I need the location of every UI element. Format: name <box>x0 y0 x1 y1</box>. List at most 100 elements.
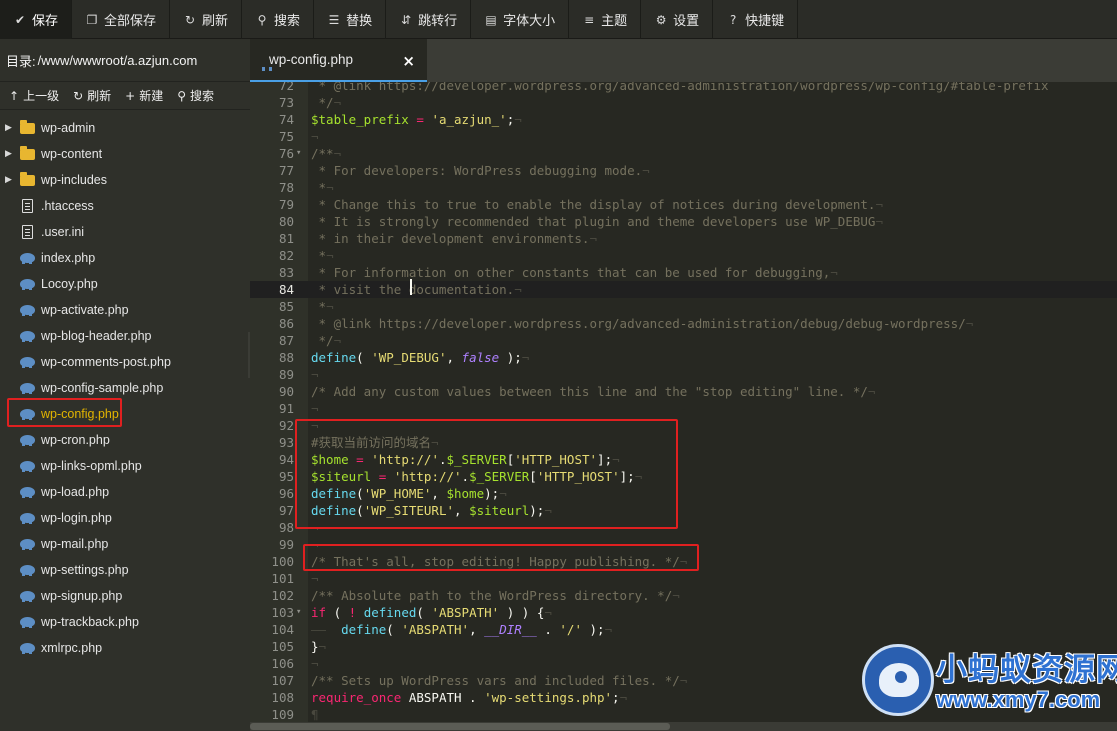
php-file-icon <box>17 640 37 656</box>
code-line[interactable]: 77 * For developers: WordPress debugging… <box>250 162 1117 179</box>
code-line[interactable]: 103 ▾ if ( ! defined( 'ABSPATH' ) ) {¬ <box>250 604 1117 621</box>
tab-wp-config[interactable]: wp-config.php × <box>250 39 427 82</box>
code-text: ¬ <box>311 400 319 417</box>
line-number: 90 <box>278 384 294 399</box>
file-name: xmlrpc.php <box>41 641 103 655</box>
file-item[interactable]: wp-trackback.php <box>0 609 250 635</box>
code-text: —— define( 'ABSPATH', __DIR__ . '/' );¬ <box>311 621 612 638</box>
file-item[interactable]: wp-mail.php <box>0 531 250 557</box>
code-token: ¬ <box>679 673 688 688</box>
line-number: 74 <box>278 112 294 127</box>
file-item[interactable]: .htaccess <box>0 193 250 219</box>
code-token: ¬ <box>514 282 522 297</box>
code-line[interactable]: 82 *¬ <box>250 247 1117 264</box>
code-line[interactable]: 74 $table_prefix = 'a_azjun_';¬ <box>250 111 1117 128</box>
file-item[interactable]: index.php <box>0 245 250 271</box>
search-icon: ⚲ <box>177 88 187 103</box>
code-line[interactable]: 85 *¬ <box>250 298 1117 315</box>
file-item[interactable]: Locoy.php <box>0 271 250 297</box>
highlight-box-stop-editing <box>303 544 699 571</box>
code-text: ¬ <box>311 570 319 587</box>
code-token: ¬ <box>326 248 334 263</box>
toolbar-button-0[interactable]: ✔ 保存 <box>0 0 73 39</box>
code-editor[interactable]: 72 * @link https://developer.wordpress.o… <box>250 82 1117 722</box>
folder-icon <box>17 145 37 162</box>
code-text: * It is strongly recommended that plugin… <box>311 213 883 230</box>
file-item[interactable]: ▶ wp-includes <box>0 167 250 193</box>
toolbar-button-6[interactable]: ▤ 字体大小 <box>471 0 570 39</box>
fold-toggle-icon[interactable]: ▾ <box>296 145 301 162</box>
file-item[interactable]: wp-activate.php <box>0 297 250 323</box>
file-item[interactable]: wp-blog-header.php <box>0 323 250 349</box>
file-item[interactable]: wp-comments-post.php <box>0 349 250 375</box>
directory-label: 目录: <box>6 53 36 69</box>
php-file-icon <box>17 276 37 292</box>
code-line[interactable]: 79 * Change this to true to enable the d… <box>250 196 1117 213</box>
toolbar-button-8[interactable]: ⚙ 设置 <box>641 0 714 39</box>
file-item[interactable]: wp-signup.php <box>0 583 250 609</box>
sidebar-action-1[interactable]: ↻ 刷新 <box>66 87 118 104</box>
php-file-icon <box>17 536 37 552</box>
file-item[interactable]: wp-cron.php <box>0 427 250 453</box>
file-item[interactable]: ▶ wp-admin <box>0 115 250 141</box>
code-line[interactable]: 90 /* Add any custom values between this … <box>250 383 1117 400</box>
code-line[interactable]: 88 define( 'WP_DEBUG', false );¬ <box>250 349 1117 366</box>
toolbar-button-2[interactable]: ↻ 刷新 <box>170 0 243 39</box>
line-number: 87 <box>278 333 294 348</box>
php-file-icon <box>17 458 37 474</box>
line-number: 92 <box>278 418 294 433</box>
code-token: } <box>311 639 319 654</box>
toolbar-button-7[interactable]: ≡ 主题 <box>569 0 642 39</box>
fold-toggle-icon[interactable]: ▾ <box>296 604 301 621</box>
file-name: wp-links-opml.php <box>41 459 142 473</box>
code-line[interactable]: 102 /** Absolute path to the WordPress di… <box>250 587 1117 604</box>
code-text: ¬ <box>311 366 319 383</box>
code-line[interactable]: 80 * It is strongly recommended that plu… <box>250 213 1117 230</box>
file-item[interactable]: ▶ wp-content <box>0 141 250 167</box>
file-item[interactable]: wp-links-opml.php <box>0 453 250 479</box>
sidebar-action-2[interactable]: + 新建 <box>118 87 170 104</box>
code-line[interactable]: 87 */¬ <box>250 332 1117 349</box>
code-line[interactable]: 101 ¬ <box>250 570 1117 587</box>
code-line[interactable]: 91 ¬ <box>250 400 1117 417</box>
file-item[interactable]: xmlrpc.php <box>0 635 250 661</box>
code-line[interactable]: 78 *¬ <box>250 179 1117 196</box>
code-token: '/' <box>559 622 582 637</box>
code-text: * For information on other constants tha… <box>311 264 838 281</box>
code-token: , <box>469 622 485 637</box>
code-line[interactable]: 104 —— define( 'ABSPATH', __DIR__ . '/' )… <box>250 621 1117 638</box>
toolbar-button-4[interactable]: ☰ 替换 <box>314 0 387 39</box>
code-token: ¬ <box>311 571 319 586</box>
line-number: 109 <box>271 707 294 722</box>
sidebar-action-0[interactable]: ↑ 上一级 <box>2 87 66 104</box>
file-item[interactable]: wp-settings.php <box>0 557 250 583</box>
code-line[interactable]: 76 ▾ /**¬ <box>250 145 1117 162</box>
code-token: ABSPATH . <box>401 690 485 705</box>
line-number: 78 <box>278 180 294 195</box>
code-line[interactable]: 84 * visit the documentation.¬ <box>250 281 1117 298</box>
toolbar-button-label: 跳转行 <box>418 13 458 28</box>
code-token: define <box>341 622 387 637</box>
toolbar-button-5[interactable]: ⇵ 跳转行 <box>386 0 472 39</box>
code-line[interactable]: 81 * in their development environments.¬ <box>250 230 1117 247</box>
toolbar-button-1[interactable]: ❐ 全部保存 <box>72 0 171 39</box>
close-icon[interactable]: × <box>402 52 415 70</box>
file-item[interactable]: .user.ini <box>0 219 250 245</box>
code-line[interactable]: 73 */¬ <box>250 94 1117 111</box>
code-token: 'ABSPATH' <box>401 622 470 637</box>
code-line[interactable]: 72 * @link https://developer.wordpress.o… <box>250 82 1117 94</box>
file-item[interactable]: wp-load.php <box>0 479 250 505</box>
line-number: 106 <box>271 656 294 671</box>
file-item[interactable]: wp-login.php <box>0 505 250 531</box>
scrollbar-thumb[interactable] <box>250 723 670 730</box>
sidebar-action-3[interactable]: ⚲ 搜索 <box>170 87 221 104</box>
toolbar-button-9[interactable]: ? 快捷键 <box>713 0 799 39</box>
code-line[interactable]: 86 * @link https://developer.wordpress.o… <box>250 315 1117 332</box>
code-line[interactable]: 89 ¬ <box>250 366 1117 383</box>
code-line[interactable]: 75 ¬ <box>250 128 1117 145</box>
toolbar-button-3[interactable]: ⚲ 搜索 <box>242 0 315 39</box>
code-line[interactable]: 83 * For information on other constants … <box>250 264 1117 281</box>
refresh-icon: ↻ <box>73 88 84 103</box>
line-number: 85 <box>278 299 294 314</box>
